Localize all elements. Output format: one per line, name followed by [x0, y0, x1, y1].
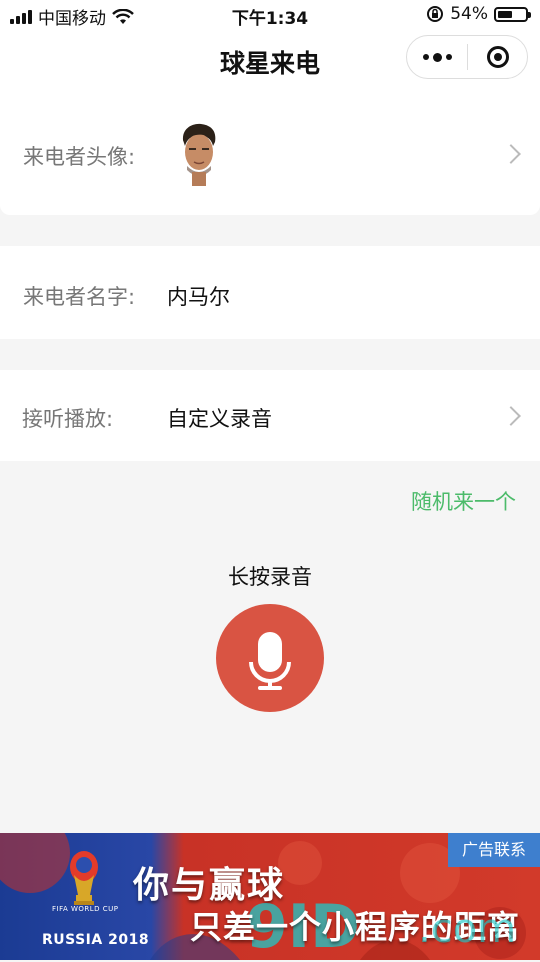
signal-icon — [10, 9, 32, 24]
wifi-icon — [112, 8, 134, 24]
world-cup-caption: FIFA WORLD CUP — [52, 905, 119, 913]
name-row[interactable]: 来电者名字: 内马尔 — [0, 246, 540, 339]
status-right: 54% — [426, 4, 531, 24]
playback-row[interactable]: 接听播放: 自定义录音 — [0, 370, 540, 461]
nav-bar: 球星来电 — [0, 30, 540, 90]
avatar-chevron-icon — [501, 144, 521, 164]
avatar-row[interactable]: 来电者头像: — [0, 90, 540, 215]
hold-to-record-label: 长按录音 — [228, 565, 312, 589]
ad-contact-button[interactable]: 广告联系 — [448, 833, 540, 867]
orientation-lock-icon — [427, 6, 444, 22]
playback-chevron-icon — [501, 406, 521, 426]
battery-icon — [494, 6, 531, 22]
caller-avatar — [182, 123, 216, 186]
name-label: 来电者名字: — [23, 285, 136, 309]
microphone-icon — [249, 632, 291, 690]
record-button[interactable] — [216, 604, 324, 712]
playback-value: 自定义录音 — [167, 407, 272, 431]
world-cup-label: RUSSIA 2018 — [42, 932, 150, 948]
name-value[interactable]: 内马尔 — [167, 281, 230, 311]
world-cup-trophy-logo — [70, 851, 98, 905]
status-left: 中国移动 — [10, 4, 134, 29]
watermark-suffix: .com — [418, 906, 517, 952]
random-link[interactable]: 随机来一个 — [411, 486, 516, 516]
close-button[interactable] — [468, 46, 527, 68]
status-bar: 中国移动 下午1:34 54% — [0, 0, 540, 30]
carrier-label: 中国移动 — [38, 9, 106, 29]
avatar-label: 来电者头像: — [23, 145, 136, 169]
more-button[interactable] — [407, 36, 467, 78]
playback-label: 接听播放: — [22, 407, 114, 431]
more-icon — [422, 54, 429, 60]
mini-program-capsule — [406, 35, 528, 79]
battery-percent: 54% — [450, 4, 488, 24]
target-icon — [486, 46, 509, 68]
